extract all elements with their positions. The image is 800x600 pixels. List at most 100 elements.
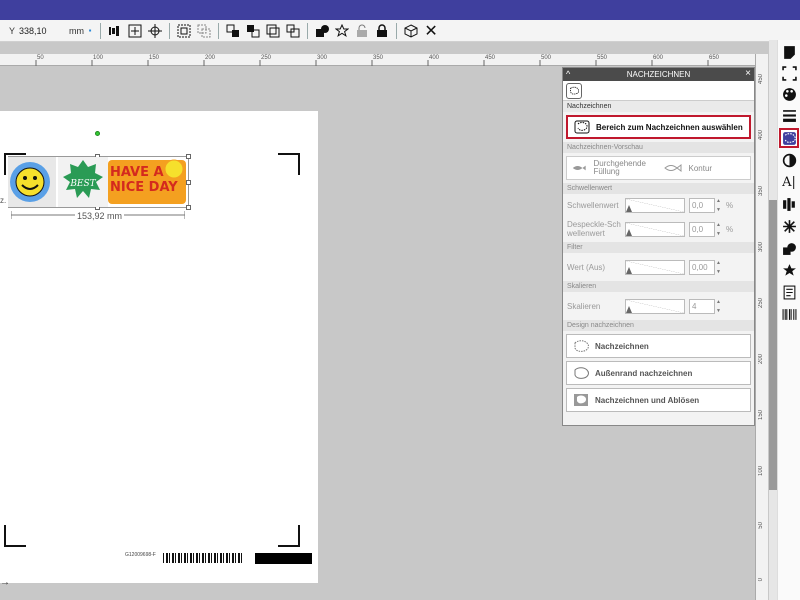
- bring-forward-icon[interactable]: [244, 22, 262, 40]
- ruler-top-label: 50: [37, 55, 44, 61]
- registration-marks-icon[interactable]: [779, 63, 799, 83]
- despeckle-row: Despeckle-Schwellenwert 0,0 ▲ ▼ %: [563, 216, 754, 242]
- scale-slider[interactable]: [625, 298, 685, 314]
- filter-input[interactable]: 0,00: [689, 259, 715, 275]
- contrast-icon[interactable]: [779, 150, 799, 170]
- align-objects-icon[interactable]: [779, 194, 799, 214]
- lock-icon[interactable]: [373, 22, 391, 40]
- nice-day-text: HAVE A NICE DAY: [110, 165, 178, 195]
- outer-edge-icon: [572, 366, 589, 380]
- y-label: Y: [9, 25, 16, 36]
- ruler-top-label: 400: [429, 55, 440, 61]
- scrollbar-thumb[interactable]: [769, 200, 777, 490]
- select-area-icon: [573, 120, 590, 134]
- trace-icon: [572, 339, 589, 353]
- filter-row: Wert (Aus) 0,00 ▲ ▼: [563, 253, 754, 281]
- unlock-icon[interactable]: [353, 22, 371, 40]
- trace-outer-edge-button[interactable]: Außenrand nachzeichnen: [566, 361, 751, 385]
- filter-slider[interactable]: [625, 259, 685, 275]
- threshold-input[interactable]: 0,0: [689, 197, 715, 213]
- trace-and-detach-button[interactable]: Nachzeichnen und Ablösen: [566, 388, 751, 412]
- toolbar: Y 338,10 mm ▪ ✕: [0, 20, 800, 42]
- box-icon[interactable]: [402, 22, 420, 40]
- despeckle-slider[interactable]: [625, 221, 685, 237]
- scale-spinner[interactable]: ▲ ▼: [716, 299, 722, 314]
- print-cut-icon[interactable]: [779, 282, 799, 302]
- ruler-top-label: 150: [149, 55, 160, 61]
- preview-fill-label: Durchgehende Füllung: [593, 159, 646, 176]
- bring-front-icon[interactable]: [224, 22, 242, 40]
- send-back-icon[interactable]: [284, 22, 302, 40]
- ruler-right-label: 300: [758, 242, 764, 253]
- filter-section-label: Filter: [563, 242, 754, 253]
- toolbar-divider: [218, 22, 220, 39]
- page-barcode: [163, 553, 243, 563]
- panel-close-icon[interactable]: ×: [745, 68, 751, 79]
- ruler-top-label: 200: [205, 55, 216, 61]
- group-icon[interactable]: [175, 22, 193, 40]
- unit-dropdown-icon[interactable]: ▪: [85, 22, 95, 40]
- scale-section-label: Skalieren: [563, 281, 754, 292]
- trace-button-label: Nachzeichnen: [595, 341, 649, 351]
- toolbar-divider: [396, 22, 398, 39]
- palette-icon[interactable]: [779, 84, 799, 104]
- rotate-handle[interactable]: [95, 131, 100, 136]
- sticker-design[interactable]: BEST HAVE A NICE DAY: [8, 157, 188, 207]
- scale-input[interactable]: 4: [689, 298, 715, 314]
- ruler-top-label: 450: [485, 55, 496, 61]
- ruler-right-label: 100: [758, 466, 764, 477]
- ruler-top-label: 600: [653, 55, 664, 61]
- trace-tab-icon[interactable]: [566, 82, 582, 99]
- ruler-right-label: 450: [758, 74, 764, 85]
- text-icon[interactable]: A|: [779, 172, 799, 192]
- threshold-label: Schwellenwert: [567, 200, 619, 210]
- scale-label: Skalieren: [567, 301, 601, 311]
- line-style-icon[interactable]: [779, 105, 799, 125]
- threshold-slider[interactable]: [625, 197, 685, 213]
- send-backward-icon[interactable]: [264, 22, 282, 40]
- ruler-top: 50 100 150 200 250 300 350 400 450 500 5…: [0, 54, 768, 66]
- smiley-face: [15, 167, 45, 197]
- vertical-scrollbar[interactable]: [769, 40, 777, 600]
- select-trace-area-button[interactable]: Bereich zum Nachzeichnen auswählen: [566, 115, 751, 139]
- barcode-icon[interactable]: [779, 304, 799, 324]
- smiley-eye: [23, 176, 27, 180]
- ruler-right-label: 200: [758, 354, 764, 365]
- filter-spinner[interactable]: ▲ ▼: [716, 260, 722, 275]
- preview-outline-option[interactable]: Kontur: [659, 163, 751, 173]
- crosshair-icon[interactable]: [146, 22, 164, 40]
- shape-tools-icon[interactable]: [313, 22, 331, 40]
- threshold-spinner[interactable]: ▲ ▼: [716, 198, 722, 213]
- ungroup-icon[interactable]: [195, 22, 213, 40]
- toolbar-divider: [307, 22, 309, 39]
- despeckle-spinner[interactable]: ▲ ▼: [716, 222, 722, 237]
- scroll-arrow-icon[interactable]: →: [0, 577, 10, 588]
- modify-icon[interactable]: [779, 238, 799, 258]
- scale-row: Skalieren 4 ▲ ▼: [563, 292, 754, 320]
- close-icon[interactable]: ✕: [422, 22, 440, 40]
- star-icon[interactable]: [333, 22, 351, 40]
- ruler-right-label: 350: [758, 186, 764, 197]
- page-setup-icon[interactable]: [779, 42, 799, 62]
- offset-star-icon[interactable]: [779, 260, 799, 280]
- despeckle-input[interactable]: 0,0: [689, 221, 715, 237]
- trace-button[interactable]: Nachzeichnen: [566, 334, 751, 358]
- replicate-icon[interactable]: [779, 216, 799, 236]
- fish-fill-icon: [572, 165, 586, 171]
- preview-fill-option[interactable]: Durchgehende Füllung: [567, 160, 659, 176]
- ruler-top-label: 300: [317, 55, 328, 61]
- trace-detach-icon: [572, 393, 589, 407]
- align-icon[interactable]: [106, 22, 124, 40]
- preview-outline-label: Kontur: [688, 163, 713, 173]
- smiley-eye: [33, 176, 37, 180]
- registration-corner: [278, 525, 300, 547]
- trace-detach-label: Nachzeichnen und Ablösen: [595, 395, 700, 405]
- collapse-icon[interactable]: ^: [566, 69, 570, 79]
- center-page-icon[interactable]: [126, 22, 144, 40]
- threshold-unit: %: [726, 200, 734, 210]
- fish-outline-icon: [663, 164, 681, 172]
- trace-icon[interactable]: [779, 128, 799, 148]
- ruler-right: 450 400 350 300 250 200 150 100 50 0: [755, 54, 768, 600]
- y-value-input[interactable]: 338,10: [19, 26, 57, 36]
- threshold-row: Schwellenwert 0,0 ▲ ▼ %: [563, 194, 754, 216]
